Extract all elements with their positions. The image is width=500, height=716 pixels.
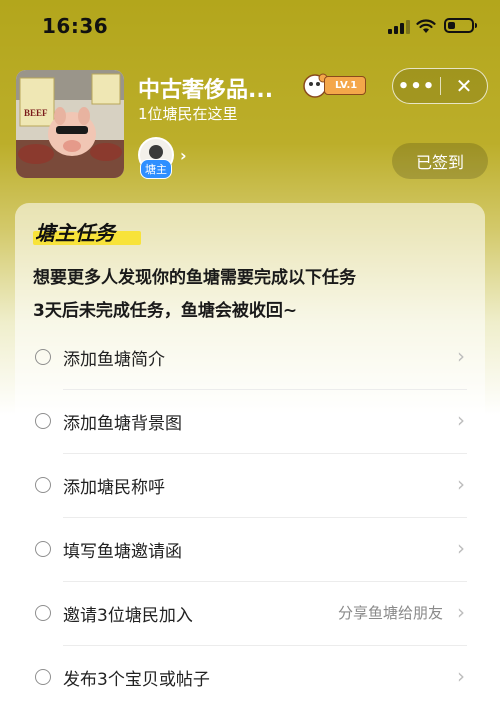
group-title[interactable]: 中古奢侈品... [138, 72, 273, 104]
task-label: 发布3个宝贝或帖子 [63, 670, 210, 690]
chevron-right-icon: › [457, 664, 465, 688]
task-label: 添加鱼塘简介 [63, 350, 165, 370]
signed-in-button[interactable]: 已签到 [392, 143, 488, 179]
signal-icon [388, 20, 410, 34]
task-item-intro[interactable]: 添加鱼塘简介 › [15, 326, 485, 390]
member-count[interactable]: 1位塘民在这里 [138, 103, 238, 124]
card-title: 塘主任务 [35, 221, 115, 245]
task-label: 添加塘民称呼 [63, 478, 165, 498]
task-label: 添加鱼塘背景图 [63, 414, 182, 434]
level-badge[interactable]: LV.1 [302, 72, 367, 98]
owner-task-card: 塘主任务 想要更多人发现你的鱼塘需要完成以下任务 3天后未完成任务，鱼塘会被收回… [15, 203, 485, 716]
chevron-right-icon: › [457, 408, 465, 432]
mini-program-capsule: ••• ✕ [392, 68, 488, 104]
task-label: 填写鱼塘邀请函 [63, 542, 182, 562]
group-thumbnail-image [16, 70, 124, 178]
task-item-background[interactable]: 添加鱼塘背景图 › [15, 390, 485, 454]
group-thumbnail[interactable]: BEEF [16, 70, 124, 178]
owner-tag: 塘主 [140, 159, 172, 179]
task-item-member-title[interactable]: 添加塘民称呼 › [15, 454, 485, 518]
chevron-right-icon: › [457, 536, 465, 560]
wifi-icon [416, 19, 436, 33]
radio-icon [35, 605, 51, 621]
radio-icon [35, 349, 51, 365]
status-bar: 16:36 [0, 0, 500, 54]
task-item-post[interactable]: 发布3个宝贝或帖子 › [15, 646, 485, 710]
task-label: 邀请3位塘民加入 [63, 606, 193, 626]
task-description-line1: 想要更多人发现你的鱼塘需要完成以下任务 [33, 268, 356, 288]
status-time: 16:36 [42, 14, 109, 38]
close-button[interactable]: ✕ [441, 74, 487, 98]
radio-icon [35, 413, 51, 429]
radio-icon [35, 541, 51, 557]
task-item-invitation[interactable]: 填写鱼塘邀请函 › [15, 518, 485, 582]
radio-icon [35, 669, 51, 685]
more-button[interactable]: ••• [393, 76, 440, 97]
owner-avatar-group[interactable]: 塘主 [138, 137, 178, 179]
thumb-label-beef: BEEF [24, 108, 48, 118]
chevron-right-icon[interactable]: › [180, 146, 187, 165]
battery-icon [444, 18, 477, 33]
chevron-right-icon: › [457, 344, 465, 368]
chevron-right-icon: › [457, 600, 465, 624]
radio-icon [35, 477, 51, 493]
level-label: LV.1 [324, 75, 367, 95]
share-link[interactable]: 分享鱼塘给朋友 [338, 602, 443, 623]
task-item-invite-members[interactable]: 邀请3位塘民加入 分享鱼塘给朋友 › [15, 582, 485, 646]
chevron-right-icon: › [457, 472, 465, 496]
task-description-line2: 3天后未完成任务，鱼塘会被收回~ [33, 301, 298, 321]
